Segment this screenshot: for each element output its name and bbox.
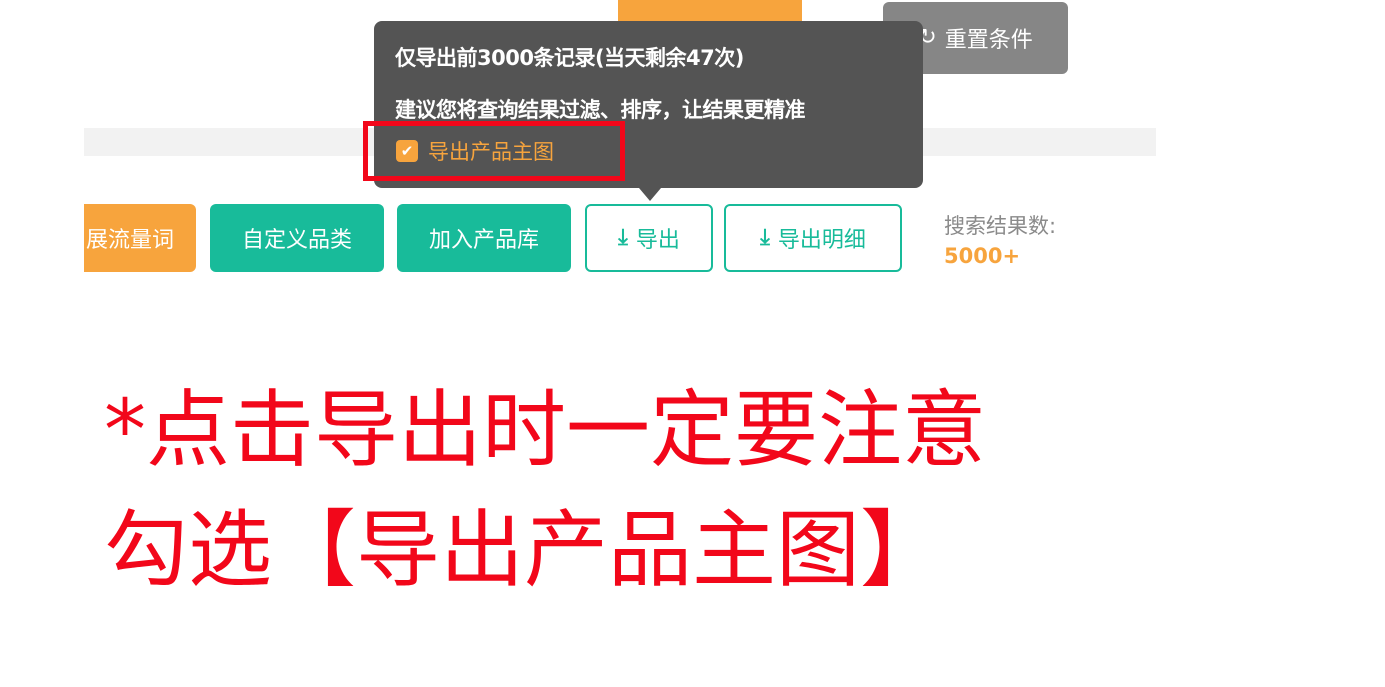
add-to-library-button[interactable]: 加入产品库 — [397, 204, 571, 272]
custom-category-label: 自定义品类 — [241, 228, 352, 253]
screenshot-stage: ↻ 重置条件 仅导出前3000条记录(当天剩余47次) 建议您将查询结果过滤、排… — [0, 0, 1385, 687]
download-icon: ⤓ — [760, 225, 770, 250]
custom-category-button[interactable]: 自定义品类 — [210, 204, 384, 272]
tooltip-limit-text: 仅导出前3000条记录(当天剩余47次) — [395, 46, 744, 70]
traffic-keywords-button[interactable]: 展流量词 — [84, 204, 196, 272]
tooltip-arrow — [639, 188, 661, 201]
traffic-keywords-label: 展流量词 — [85, 228, 174, 253]
highlight-box — [363, 121, 625, 181]
annotation-note-line1: *点击导出时一定要注意 — [104, 381, 987, 479]
export-detail-button[interactable]: ⤓ 导出明细 — [724, 204, 902, 272]
export-button[interactable]: ⤓ 导出 — [585, 204, 713, 272]
add-to-library-label: 加入产品库 — [428, 228, 539, 253]
reset-conditions-label: 重置条件 — [944, 28, 1033, 53]
download-icon: ⤓ — [618, 225, 628, 250]
export-label: 导出 — [635, 228, 680, 253]
tooltip-advice-text: 建议您将查询结果过滤、排序，让结果更精准 — [395, 98, 806, 122]
annotation-note-line2: 勾选【导出产品主图】 — [104, 501, 945, 599]
result-count-value: 5000+ — [944, 244, 1021, 268]
result-count-label: 搜索结果数: — [944, 214, 1057, 238]
export-detail-label: 导出明细 — [777, 228, 866, 253]
